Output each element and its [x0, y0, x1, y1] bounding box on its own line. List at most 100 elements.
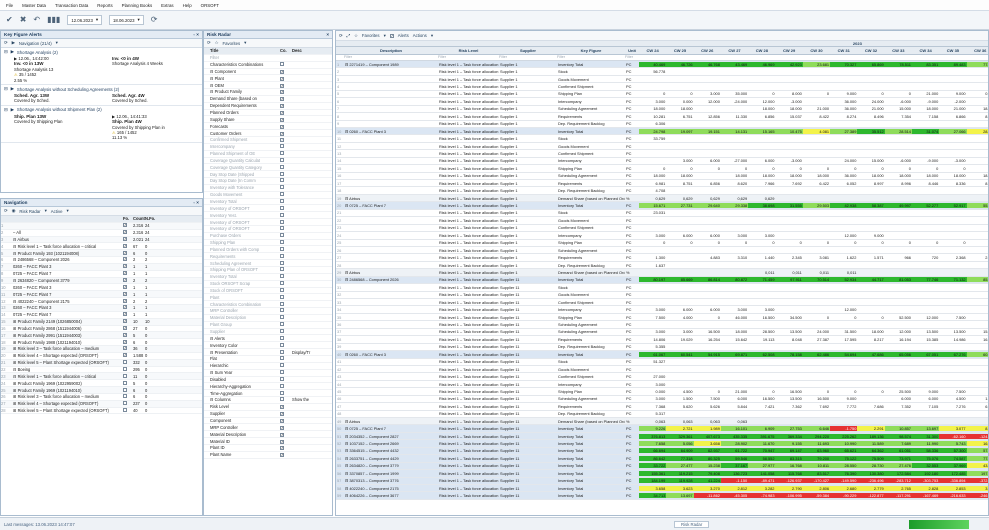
cell-value[interactable]: 36.000 — [830, 106, 857, 111]
cell-value[interactable]: 7.692 — [803, 404, 830, 409]
cell-value[interactable]: -3.000 — [775, 158, 802, 163]
cell-value[interactable]: -90.229 — [830, 493, 858, 499]
cell-value[interactable]: 3.077 — [939, 426, 967, 432]
checkbox[interactable] — [123, 360, 127, 365]
cell-value[interactable]: -303.753 — [911, 478, 940, 484]
cell-value[interactable]: 18.000 — [912, 106, 939, 111]
nav-view-select[interactable]: Risk Radar — [19, 209, 40, 214]
cell-value[interactable]: 18.000 — [639, 173, 666, 178]
cell-value[interactable]: 60.48 — [966, 351, 988, 357]
nav-node-label[interactable]: ⊟ 2486568 – Component 2026 — [13, 257, 123, 262]
field-item[interactable]: Confirmed Shipment ✓ — [204, 137, 332, 144]
cell-value[interactable]: 189.136 — [857, 433, 885, 439]
checkbox[interactable] — [280, 178, 284, 183]
checkbox[interactable] — [280, 370, 284, 375]
cell-value[interactable]: 2.721 — [666, 426, 694, 432]
cell-value[interactable]: 55.03 — [966, 203, 988, 209]
cell-value[interactable]: 31.300 — [911, 433, 940, 439]
cell-value[interactable]: 9.226 — [639, 426, 667, 432]
cell-value[interactable]: -27.000 — [721, 158, 748, 163]
cell-value[interactable]: 6.000 — [912, 396, 939, 401]
checkbox[interactable]: ✓ — [123, 319, 127, 324]
week-header[interactable]: CW 34 — [912, 48, 939, 53]
field-item[interactable]: Intercompany — [204, 144, 332, 151]
cell-value[interactable]: 34.713 — [639, 493, 667, 499]
field-checkbox-cell[interactable] — [280, 356, 292, 361]
field-item[interactable]: Requirements — [204, 253, 332, 261]
field-item[interactable]: Inventory of ORSOFT — [204, 205, 332, 213]
cell-value[interactable]: 15.385 — [912, 337, 939, 342]
field-item[interactable]: Goods Movement — [204, 192, 332, 199]
field-item[interactable]: Forecasts ✓ — [204, 123, 332, 131]
nav-node-label[interactable]: ⊞ Product Family 2991 (1511944003) — [13, 333, 123, 338]
col-title[interactable]: Title — [210, 48, 280, 53]
alert-group-header[interactable]: ⊟ ▶ Shortage Analysis (2) — [4, 49, 199, 55]
cell-value[interactable]: 4.081 — [802, 128, 831, 134]
cell-value[interactable]: 3.081 — [803, 255, 830, 260]
table-row[interactable]: 17 Risk level 1 – Task force allocation –… — [336, 180, 988, 188]
fo-checkbox[interactable]: ✓ — [123, 230, 133, 235]
field-checkbox-cell[interactable] — [280, 274, 292, 279]
alert-card[interactable]: Inv. <0 in 4W Shortage Analysis 4 Weeks — [112, 56, 192, 83]
cell-value[interactable]: 27.476 — [884, 463, 912, 469]
cell-value[interactable]: -122.877 — [857, 493, 885, 499]
cell-value[interactable]: -6.000 — [885, 99, 912, 104]
nav-node-label[interactable]: ⊟ 2634820 – Component 3779 — [13, 278, 123, 283]
nav-tree-row[interactable]: 17 ⊞ Product Family 2991 (1511944003) ✓ 5 0 — [1, 332, 202, 340]
menu-item-planning-books[interactable]: Planning Books — [122, 3, 153, 8]
cell-value[interactable]: 0 — [830, 315, 857, 320]
cell-value[interactable]: -45.305 — [720, 493, 749, 499]
favorites-button[interactable]: Favorites — [222, 41, 240, 46]
cell-value[interactable]: 18.00 — [967, 106, 988, 111]
fo-checkbox[interactable]: ✓ — [123, 264, 133, 269]
checkbox[interactable]: ✓ — [280, 90, 284, 95]
field-checkbox-cell[interactable] — [280, 294, 292, 300]
cell-value[interactable]: 69.871 — [720, 351, 749, 357]
cell-value[interactable]: -3.000 — [775, 99, 802, 104]
week-header[interactable]: CW 36 — [967, 48, 988, 53]
cell-value[interactable]: 15.671 — [639, 203, 667, 209]
cell-value[interactable]: 29.338 — [720, 203, 749, 209]
cell-value[interactable]: 24.798 — [639, 128, 667, 134]
table-row[interactable]: 36 Risk level 1 – Task force allocation –… — [336, 321, 988, 329]
field-item[interactable]: Inventory Yest. — [204, 212, 332, 220]
nav-node-label[interactable]: ⊟ Risk level 1 – Task force allocation –… — [13, 374, 123, 379]
field-checkbox-cell[interactable] — [280, 178, 292, 183]
cell-value[interactable]: 0 — [694, 240, 721, 245]
fo-checkbox[interactable]: ✓ — [123, 278, 133, 283]
checkbox[interactable]: ✓ — [280, 446, 284, 451]
cell-value[interactable]: 19.151 — [693, 128, 721, 134]
field-item[interactable]: Purchase Orders — [204, 233, 332, 240]
cell-value[interactable]: 9.000 — [830, 396, 857, 401]
cell-value[interactable]: 0 — [775, 166, 802, 171]
fo-checkbox[interactable] — [123, 366, 133, 372]
table-row[interactable]: 34 Risk level 1 – Task force allocation –… — [336, 306, 988, 314]
cell-value[interactable]: 6.981 — [639, 181, 666, 186]
checkbox[interactable]: ✓ — [123, 305, 127, 310]
cell-value[interactable]: 83.351 — [911, 61, 940, 67]
cell-value[interactable]: 2.368 — [939, 255, 966, 260]
cell-value[interactable]: 27.387 — [803, 337, 830, 342]
chart-icon[interactable]: ▮▮▮ — [47, 16, 60, 24]
cell-value[interactable]: 80.325 — [693, 455, 721, 461]
cell-value[interactable]: 18.000 — [748, 106, 775, 111]
cell-value[interactable]: 0 — [639, 166, 666, 171]
cell-value[interactable]: 6.866 — [939, 114, 966, 119]
cell-value[interactable]: 18.000 — [857, 173, 884, 178]
field-item[interactable]: Supplier ✓ — [204, 411, 332, 418]
nav-tree-row[interactable]: 12 ⊟ 4022240 – Component 2175 ✓ 2 2 — [1, 298, 202, 305]
cell-value[interactable]: 6.856 — [694, 181, 721, 186]
cell-value[interactable]: -372.49 — [966, 478, 988, 484]
cell-value[interactable]: 16.500 — [748, 315, 775, 320]
cell-value[interactable]: 19.029 — [666, 337, 693, 342]
field-checkbox-cell[interactable]: ✓ — [280, 131, 292, 136]
table-row[interactable]: 40 ⊟ 0260 – FACC Plant 3 Risk level 1 – Ta… — [336, 351, 988, 359]
cell-value[interactable]: -167.469 — [911, 493, 940, 499]
field-item[interactable]: Hierarchic — [204, 363, 332, 370]
cell-value[interactable]: 31.500 — [830, 329, 857, 334]
cell-value[interactable]: 0 — [803, 389, 830, 394]
field-item[interactable]: Plant ID ✓ — [204, 445, 332, 452]
cell-value[interactable]: 29.640 — [693, 203, 721, 209]
cell-value[interactable]: 5.626 — [694, 404, 721, 409]
cell-value[interactable]: 0,629 — [694, 196, 721, 201]
